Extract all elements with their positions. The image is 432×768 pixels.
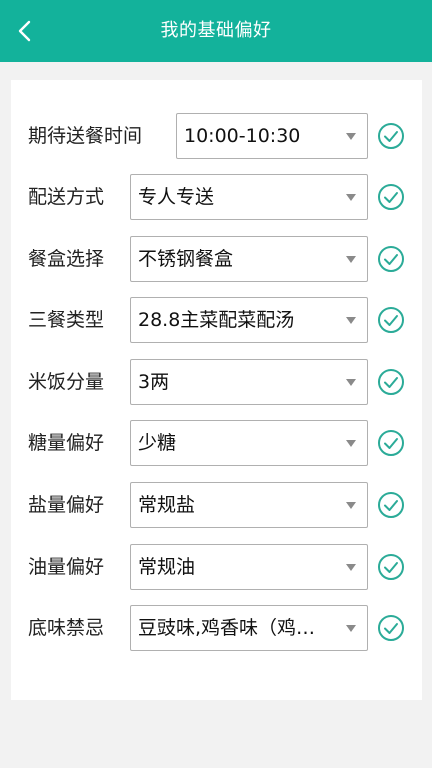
select-value: 少糖 — [138, 432, 177, 454]
check-circle-icon[interactable] — [377, 368, 405, 396]
pref-label: 盐量偏好 — [28, 494, 105, 516]
check-circle-icon[interactable] — [377, 306, 405, 334]
page-background — [0, 700, 432, 768]
caret-down-icon — [346, 256, 356, 263]
select-value: 28.8主菜配菜配汤 — [138, 309, 295, 331]
pref-row-sugar: 糖量偏好 少糖 — [11, 420, 422, 466]
pref-label: 配送方式 — [28, 186, 105, 208]
lunchbox-select[interactable]: 不锈钢餐盒 — [130, 236, 368, 282]
caret-down-icon — [346, 625, 356, 632]
sugar-select[interactable]: 少糖 — [130, 420, 368, 466]
app-header: 我的基础偏好 — [0, 0, 432, 62]
select-value: 3两 — [138, 371, 170, 393]
select-value: 专人专送 — [138, 186, 215, 208]
pref-label: 油量偏好 — [28, 556, 105, 578]
check-circle-icon[interactable] — [377, 122, 405, 150]
check-circle-icon[interactable] — [377, 491, 405, 519]
delivery-method-select[interactable]: 专人专送 — [130, 174, 368, 220]
pref-label: 期待送餐时间 — [28, 125, 143, 147]
oil-select[interactable]: 常规油 — [130, 544, 368, 590]
check-circle-icon[interactable] — [377, 183, 405, 211]
check-circle-icon[interactable] — [377, 614, 405, 642]
flavor-taboo-select[interactable]: 豆豉味,鸡香味（鸡… — [130, 605, 368, 651]
check-circle-icon[interactable] — [377, 553, 405, 581]
pref-row-oil: 油量偏好 常规油 — [11, 544, 422, 590]
pref-row-lunchbox: 餐盒选择 不锈钢餐盒 — [11, 236, 422, 282]
pref-row-salt: 盐量偏好 常规盐 — [11, 482, 422, 528]
pref-row-delivery-time: 期待送餐时间 10:00-10:30 — [11, 113, 422, 159]
pref-label: 底味禁忌 — [28, 617, 105, 639]
pref-label: 糖量偏好 — [28, 432, 105, 454]
caret-down-icon — [346, 502, 356, 509]
pref-label: 米饭分量 — [28, 371, 105, 393]
caret-down-icon — [346, 564, 356, 571]
pref-row-meal-type: 三餐类型 28.8主菜配菜配汤 — [11, 297, 422, 343]
caret-down-icon — [346, 194, 356, 201]
pref-label: 三餐类型 — [28, 309, 105, 331]
caret-down-icon — [346, 317, 356, 324]
page-title: 我的基础偏好 — [160, 20, 272, 41]
select-value: 10:00-10:30 — [184, 125, 301, 147]
pref-row-flavor-taboo: 底味禁忌 豆豉味,鸡香味（鸡… — [11, 605, 422, 651]
caret-down-icon — [346, 379, 356, 386]
select-value: 不锈钢餐盒 — [138, 248, 234, 270]
preferences-card: 期待送餐时间 10:00-10:30 配送方式 专人专送 餐盒选择 不锈钢餐盒 — [11, 80, 422, 700]
meal-type-select[interactable]: 28.8主菜配菜配汤 — [130, 297, 368, 343]
salt-select[interactable]: 常规盐 — [130, 482, 368, 528]
select-value: 豆豉味,鸡香味（鸡… — [138, 617, 316, 639]
pref-row-rice-amount: 米饭分量 3两 — [11, 359, 422, 405]
rice-amount-select[interactable]: 3两 — [130, 359, 368, 405]
check-circle-icon[interactable] — [377, 429, 405, 457]
caret-down-icon — [346, 133, 356, 140]
pref-label: 餐盒选择 — [28, 248, 105, 270]
select-value: 常规盐 — [138, 494, 196, 516]
delivery-time-select[interactable]: 10:00-10:30 — [176, 113, 368, 159]
select-value: 常规油 — [138, 556, 196, 578]
pref-row-delivery-method: 配送方式 专人专送 — [11, 174, 422, 220]
check-circle-icon[interactable] — [377, 245, 405, 273]
caret-down-icon — [346, 440, 356, 447]
